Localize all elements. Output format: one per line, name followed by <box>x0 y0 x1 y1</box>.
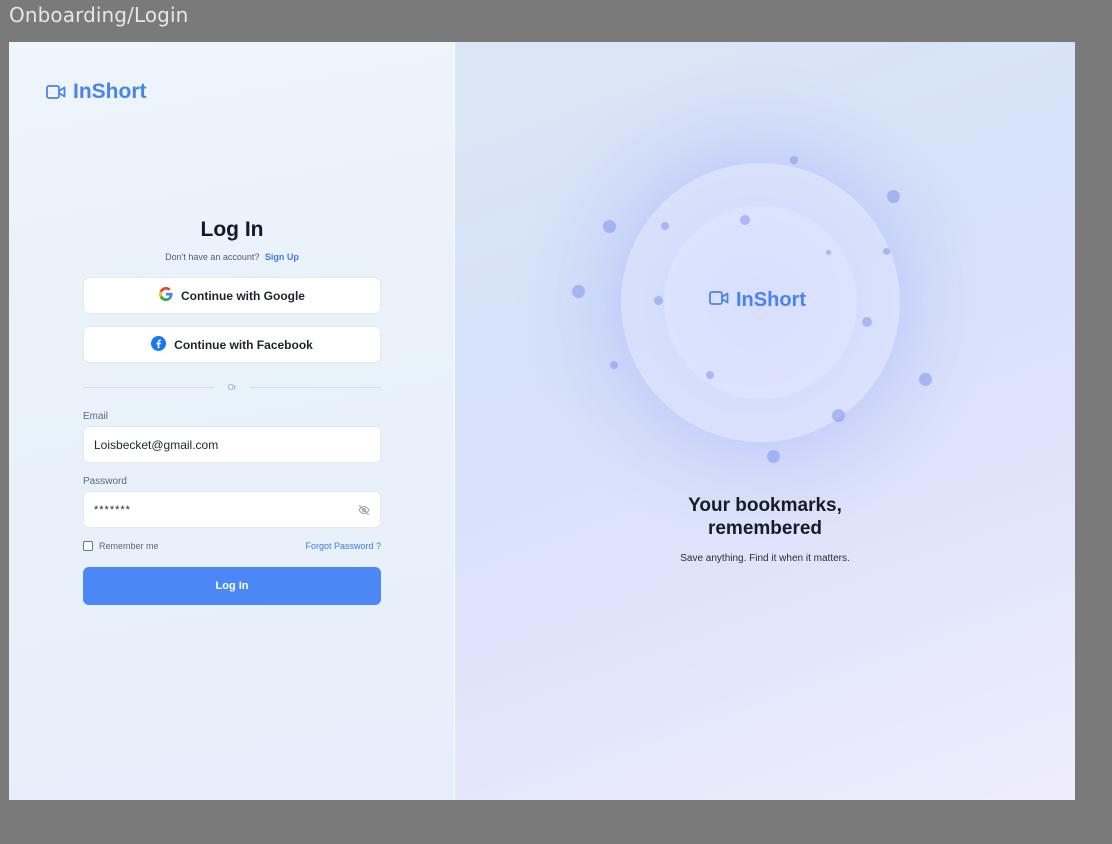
decor-dot <box>661 222 669 230</box>
password-field[interactable]: ******* <box>83 491 381 528</box>
or-text: Or <box>227 382 237 392</box>
password-label: Password <box>83 476 127 487</box>
login-title: Log In <box>200 218 264 241</box>
hero-headline-line2: remembered <box>707 518 823 539</box>
brand-logo: InShort <box>46 80 147 104</box>
decor-dot <box>919 373 932 386</box>
decor-dot <box>826 250 831 255</box>
frame-title: Onboarding/Login <box>9 3 189 27</box>
password-value: ******* <box>94 503 131 516</box>
decor-dot <box>610 361 618 369</box>
remember-me-checkbox[interactable] <box>83 541 93 551</box>
facebook-icon <box>151 335 167 354</box>
decor-dot <box>706 371 714 379</box>
hero-headline-line1: Your bookmarks, <box>688 495 842 516</box>
sign-up-link[interactable]: Sign Up <box>265 252 299 262</box>
google-button-label: Continue with Google <box>181 288 305 303</box>
decor-dot <box>790 156 798 164</box>
brand-name: InShort <box>73 80 147 103</box>
video-camera-icon <box>46 84 66 100</box>
divider-line-right <box>249 386 382 388</box>
log-in-button[interactable]: Log In <box>83 567 381 605</box>
decor-dot <box>887 190 900 203</box>
decor-dot <box>654 296 663 305</box>
facebook-button-label: Continue with Facebook <box>174 337 313 352</box>
eye-off-icon[interactable] <box>358 504 370 519</box>
decor-dot <box>832 409 845 422</box>
no-account-text: Don't have an account? <box>165 252 260 262</box>
hero-headline: Your bookmarks, remembered <box>455 494 1075 540</box>
email-label: Email <box>83 411 109 422</box>
hero-panel: InShort Your bookmarks, remembered Save … <box>455 42 1075 800</box>
signup-prompt: Don't have an account? Sign Up <box>83 252 381 262</box>
email-value: Loisbecket@gmail.com <box>94 437 219 452</box>
video-camera-icon <box>709 289 729 312</box>
remember-me[interactable]: Remember me <box>83 541 159 551</box>
divider-line-left <box>83 386 215 388</box>
login-form: Log In Don't have an account? Sign Up Co… <box>83 218 382 605</box>
email-field[interactable]: Loisbecket@gmail.com <box>83 426 381 463</box>
login-screen: InShort Log In Don't have an account? Si… <box>9 42 1075 800</box>
forgot-password-link[interactable]: Forgot Password ? <box>305 541 381 551</box>
remember-me-label: Remember me <box>99 541 159 551</box>
log-in-button-label: Log In <box>215 580 249 592</box>
decor-dot <box>572 285 585 298</box>
decor-dot <box>740 215 750 225</box>
continue-with-google-button[interactable]: Continue with Google <box>83 277 381 314</box>
decor-dot <box>883 248 890 255</box>
google-icon <box>159 287 173 304</box>
hero-subline: Save anything. Find it when it matters. <box>680 553 850 564</box>
or-divider: Or <box>83 380 382 394</box>
continue-with-facebook-button[interactable]: Continue with Facebook <box>83 326 381 363</box>
decor-dot <box>862 317 872 327</box>
hero-brand-logo: InShort <box>709 289 806 312</box>
decor-dot <box>767 450 780 463</box>
decor-dot <box>603 220 616 233</box>
hero-brand-name: InShort <box>736 289 806 311</box>
login-options: Remember me Forgot Password ? <box>83 541 381 551</box>
login-panel: InShort Log In Don't have an account? Si… <box>9 42 454 800</box>
